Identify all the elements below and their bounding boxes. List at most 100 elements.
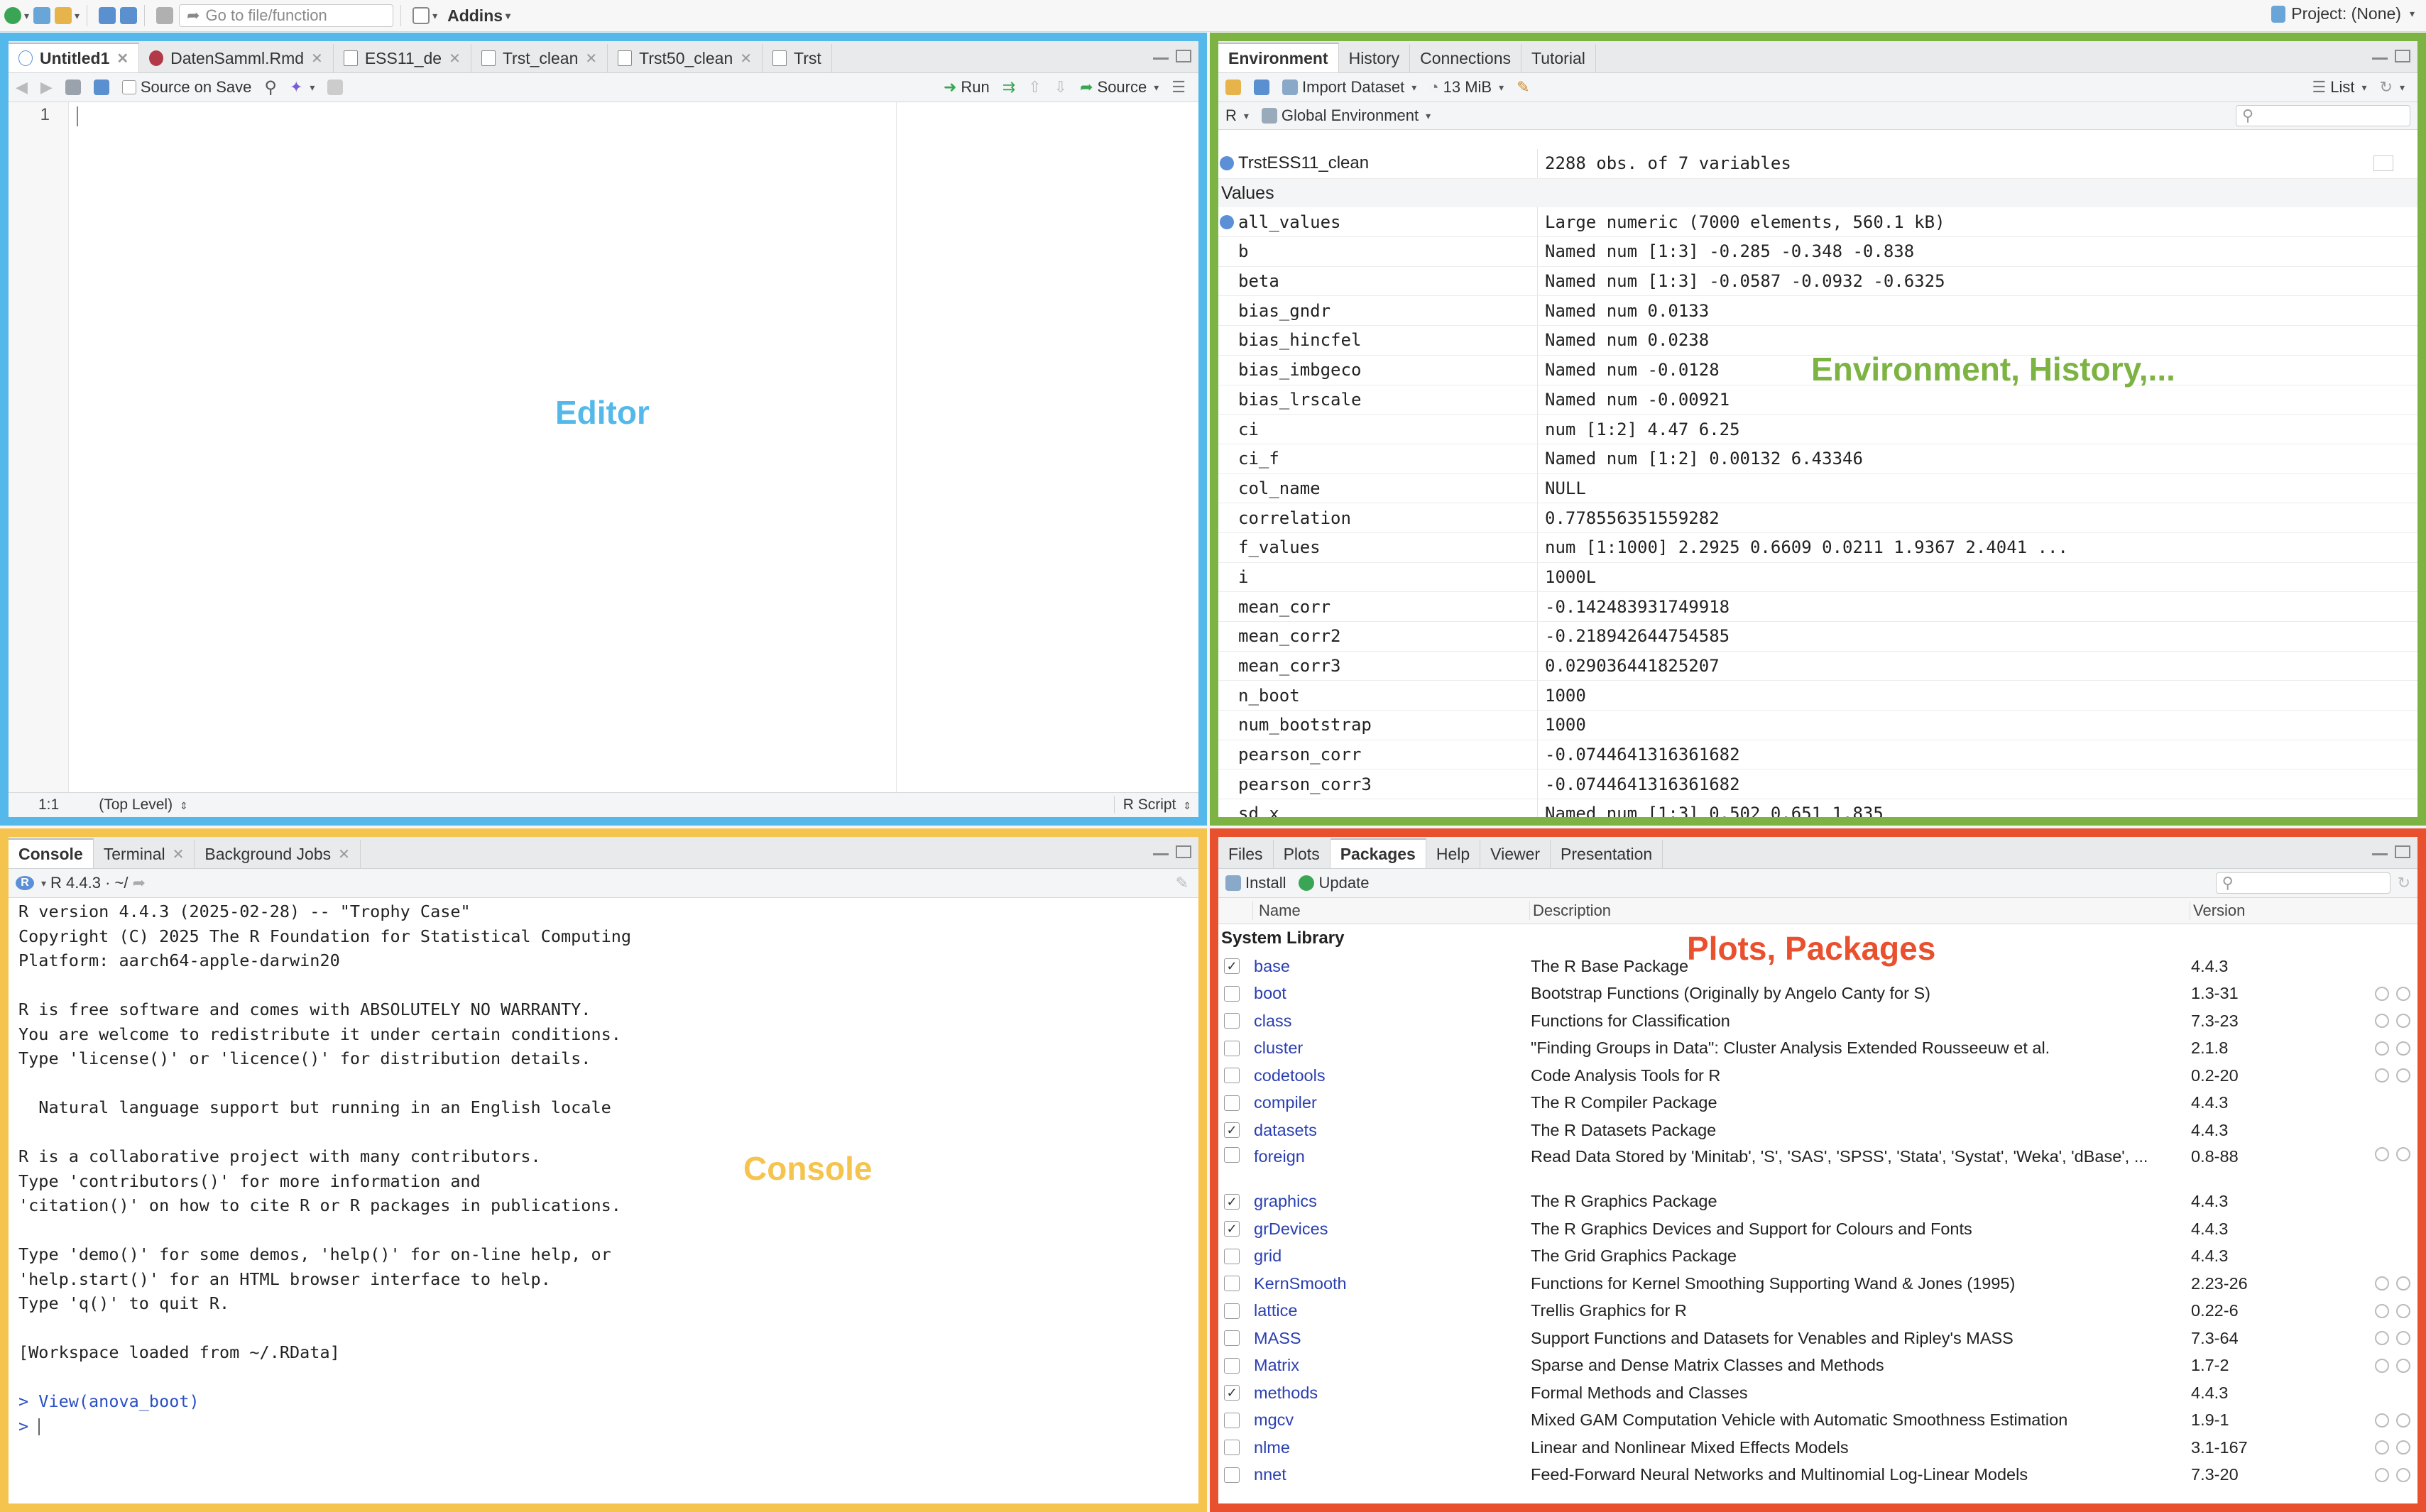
- column-description[interactable]: Description: [1529, 902, 2190, 920]
- env-row[interactable]: beta Named num [1:3] -0.0587 -0.0932 -0.6…: [1218, 266, 2417, 297]
- r-version-selector[interactable]: R ▾ R 4.4.3 · ~/➦: [16, 874, 146, 892]
- env-row[interactable]: n_boot 1000: [1218, 681, 2417, 711]
- close-icon[interactable]: ✕: [740, 50, 752, 67]
- package-row[interactable]: foreign Read Data Stored by 'Minitab', 'S…: [1218, 1144, 2417, 1188]
- package-row[interactable]: ✓ grDevices The R Graphics Devices and Sup…: [1218, 1215, 2417, 1243]
- package-checkbox[interactable]: ✓: [1224, 958, 1240, 975]
- package-row[interactable]: codetools Code Analysis Tools for R 0.2-20: [1218, 1062, 2417, 1090]
- save-button[interactable]: [99, 4, 116, 28]
- package-checkbox[interactable]: [1224, 1248, 1240, 1264]
- package-checkbox[interactable]: [1224, 1276, 1240, 1292]
- expand-icon[interactable]: [1220, 214, 1234, 229]
- package-row[interactable]: ✓ datasets The R Datasets Package 4.4.3: [1218, 1117, 2417, 1144]
- column-version[interactable]: Version: [2190, 902, 2360, 920]
- goto-dir-icon[interactable]: ➦: [132, 874, 145, 892]
- tab-viewer[interactable]: Viewer: [1480, 840, 1551, 868]
- package-checkbox[interactable]: [1224, 1440, 1240, 1456]
- browse-icon[interactable]: [2375, 986, 2389, 1001]
- env-row[interactable]: bias_gndr Named num 0.0133: [1218, 296, 2417, 327]
- package-name-link[interactable]: foreign: [1254, 1147, 1531, 1166]
- remove-icon[interactable]: [2396, 1331, 2410, 1346]
- package-checkbox[interactable]: [1224, 1013, 1240, 1029]
- tab-presentation[interactable]: Presentation: [1551, 840, 1663, 868]
- package-name-link[interactable]: MASS: [1254, 1329, 1531, 1348]
- editor-tab-trst50-clean[interactable]: Trst50_clean ✕: [608, 44, 763, 72]
- editor-tab-untitled1[interactable]: Untitled1 ✕: [9, 43, 140, 72]
- package-checkbox[interactable]: [1224, 1040, 1240, 1056]
- close-icon[interactable]: ✕: [338, 845, 350, 863]
- remove-icon[interactable]: [2396, 1413, 2410, 1428]
- maximize-icon[interactable]: [2395, 50, 2410, 62]
- browse-icon[interactable]: [2375, 1041, 2389, 1056]
- env-row[interactable]: sd_x Named num [1:3] 0.502 0.651 1.835: [1218, 799, 2417, 817]
- env-data-row[interactable]: TrstESS11_clean 2288 obs. of 7 variables: [1218, 149, 2417, 179]
- maximize-icon[interactable]: [2395, 845, 2410, 858]
- close-icon[interactable]: ✕: [173, 845, 185, 863]
- env-row[interactable]: pearson_corr3 -0.0744641316361682: [1218, 769, 2417, 800]
- package-checkbox[interactable]: [1224, 1357, 1240, 1374]
- tab-packages[interactable]: Packages: [1330, 838, 1426, 868]
- memory-usage-button[interactable]: ◔ 13 MiB ▾: [1429, 78, 1504, 97]
- package-name-link[interactable]: class: [1254, 1012, 1531, 1031]
- browse-icon[interactable]: [2375, 1146, 2389, 1161]
- remove-icon[interactable]: [2396, 1303, 2410, 1318]
- tab-environment[interactable]: Environment: [1218, 43, 1339, 72]
- package-row[interactable]: mgcv Mixed GAM Computation Vehicle with A…: [1218, 1407, 2417, 1435]
- console-prompt[interactable]: >: [18, 1414, 1191, 1439]
- editor-tab-datensamml[interactable]: DatenSamml.Rmd ✕: [139, 44, 334, 72]
- remove-icon[interactable]: [2396, 1467, 2410, 1482]
- down-button[interactable]: ⇩: [1054, 78, 1067, 97]
- package-row[interactable]: lattice Trellis Graphics for R 0.22-6: [1218, 1298, 2417, 1325]
- source-on-save-toggle[interactable]: Source on Save: [121, 78, 251, 97]
- package-name-link[interactable]: lattice: [1254, 1301, 1531, 1320]
- run-button[interactable]: ➜ Run: [944, 78, 990, 97]
- outline-button[interactable]: ☰: [1171, 78, 1186, 97]
- grid-layout-button[interactable]: ▾: [412, 4, 437, 28]
- install-button[interactable]: Install: [1225, 874, 1286, 892]
- env-row[interactable]: pearson_corr -0.0744641316361682: [1218, 740, 2417, 770]
- remove-icon[interactable]: [2396, 986, 2410, 1001]
- package-name-link[interactable]: datasets: [1254, 1121, 1531, 1140]
- language-selector[interactable]: R ▾: [1225, 106, 1249, 125]
- package-name-link[interactable]: methods: [1254, 1384, 1531, 1403]
- env-row[interactable]: correlation 0.778556351559282: [1218, 503, 2417, 533]
- view-mode-selector[interactable]: ☰ List ▾: [2312, 78, 2367, 97]
- column-name[interactable]: Name: [1252, 902, 1529, 920]
- tab-files[interactable]: Files: [1218, 840, 1274, 868]
- maximize-icon[interactable]: [1176, 50, 1191, 62]
- package-name-link[interactable]: KernSmooth: [1254, 1274, 1531, 1293]
- load-workspace-button[interactable]: [1225, 80, 1241, 95]
- grid-view-icon[interactable]: [2373, 155, 2393, 172]
- console-output[interactable]: R version 4.4.3 (2025-02-28) -- "Trophy …: [18, 899, 1191, 1438]
- code-tools-button[interactable]: ✦ ▾: [290, 78, 315, 97]
- remove-icon[interactable]: [2396, 1014, 2410, 1029]
- source-button[interactable]: ➦ Source ▾: [1080, 78, 1159, 97]
- minimize-icon[interactable]: [2372, 50, 2388, 60]
- clear-workspace-button[interactable]: ✎: [1517, 78, 1529, 97]
- env-row[interactable]: mean_corr3 0.029036441825207: [1218, 651, 2417, 681]
- env-row[interactable]: num_bootstrap 1000: [1218, 711, 2417, 740]
- save-all-button[interactable]: [120, 4, 138, 28]
- package-checkbox[interactable]: [1224, 1330, 1240, 1347]
- remove-icon[interactable]: [2396, 1146, 2410, 1161]
- package-name-link[interactable]: cluster: [1254, 1039, 1531, 1058]
- package-checkbox[interactable]: ✓: [1224, 1385, 1240, 1401]
- save-workspace-button[interactable]: [1254, 80, 1269, 95]
- clear-console-icon[interactable]: ✎: [1176, 874, 1189, 892]
- tab-tutorial[interactable]: Tutorial: [1521, 44, 1596, 72]
- remove-icon[interactable]: [2396, 1068, 2410, 1083]
- package-name-link[interactable]: base: [1254, 957, 1531, 976]
- print-button[interactable]: [156, 4, 174, 28]
- env-row[interactable]: ci num [1:2] 4.47 6.25: [1218, 415, 2417, 444]
- package-name-link[interactable]: graphics: [1254, 1192, 1531, 1211]
- close-icon[interactable]: ✕: [585, 50, 597, 67]
- remove-icon[interactable]: [2396, 1358, 2410, 1373]
- package-name-link[interactable]: Matrix: [1254, 1356, 1531, 1375]
- package-row[interactable]: MASS Support Functions and Datasets for V…: [1218, 1325, 2417, 1352]
- browse-icon[interactable]: [2375, 1358, 2389, 1373]
- package-row[interactable]: nnet Feed-Forward Neural Networks and Mul…: [1218, 1462, 2417, 1489]
- browse-icon[interactable]: [2375, 1467, 2389, 1482]
- tab-plots[interactable]: Plots: [1273, 840, 1331, 868]
- maximize-icon[interactable]: [1176, 845, 1191, 858]
- package-checkbox[interactable]: [1224, 1303, 1240, 1319]
